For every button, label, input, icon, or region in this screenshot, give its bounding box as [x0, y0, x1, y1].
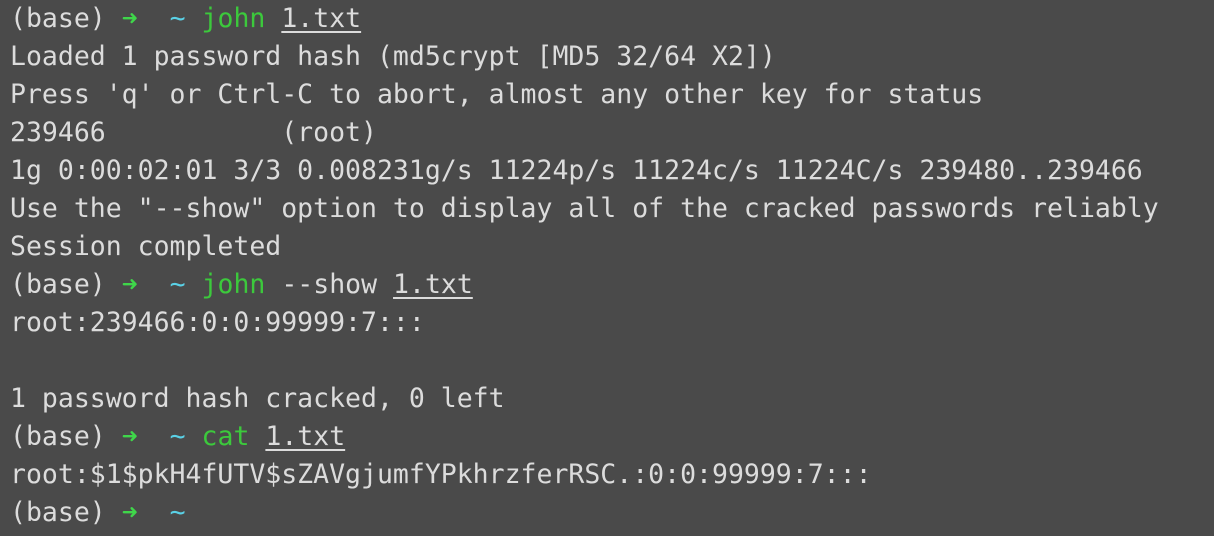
output-line: 1 password hash cracked, 0 left: [10, 383, 505, 414]
output-line: Use the "--show" option to display all o…: [10, 193, 1159, 224]
file-argument[interactable]: 1.txt: [281, 3, 361, 34]
prompt-line: (base) ➜ ~ cat 1.txt: [10, 418, 1214, 456]
file-argument[interactable]: 1.txt: [393, 269, 473, 300]
active-prompt-line[interactable]: (base) ➜ ~: [10, 494, 1214, 532]
command-flag: --show: [281, 269, 378, 300]
conda-env-label: (base): [10, 269, 106, 300]
terminal-window[interactable]: (base) ➜ ~ john 1.txt Loaded 1 password …: [0, 0, 1214, 536]
prompt-arrow-icon: ➜: [121, 497, 138, 528]
conda-env-label: (base): [10, 3, 106, 34]
output-line: 1g 0:00:02:01 3/3 0.008231g/s 11224p/s 1…: [10, 155, 1143, 186]
conda-env-label: (base): [10, 421, 106, 452]
current-dir: ~: [169, 421, 186, 452]
prompt-arrow-icon: ➜: [121, 269, 138, 300]
current-dir: ~: [169, 497, 186, 528]
output-line: Press 'q' or Ctrl-C to abort, almost any…: [10, 79, 984, 110]
prompt-arrow-icon: ➜: [121, 421, 138, 452]
current-dir: ~: [169, 269, 186, 300]
output-line: 239466 (root): [10, 117, 377, 148]
prompt-line: (base) ➜ ~ john --show 1.txt: [10, 266, 1214, 304]
file-argument[interactable]: 1.txt: [265, 421, 345, 452]
prompt-line: (base) ➜ ~ john 1.txt: [10, 0, 1214, 38]
command-name: john: [201, 269, 266, 300]
output-line: root:239466:0:0:99999:7:::: [10, 307, 425, 338]
command-name: cat: [201, 421, 250, 452]
output-line: Loaded 1 password hash (md5crypt [MD5 32…: [10, 41, 776, 72]
prompt-arrow-icon: ➜: [121, 3, 138, 34]
command-name: john: [201, 3, 266, 34]
current-dir: ~: [169, 3, 186, 34]
output-line: root:$1$pkH4fUTV$sZAVgjumfYPkhrzferRSC.:…: [10, 459, 872, 490]
output-line: Session completed: [10, 231, 282, 262]
conda-env-label: (base): [10, 497, 106, 528]
